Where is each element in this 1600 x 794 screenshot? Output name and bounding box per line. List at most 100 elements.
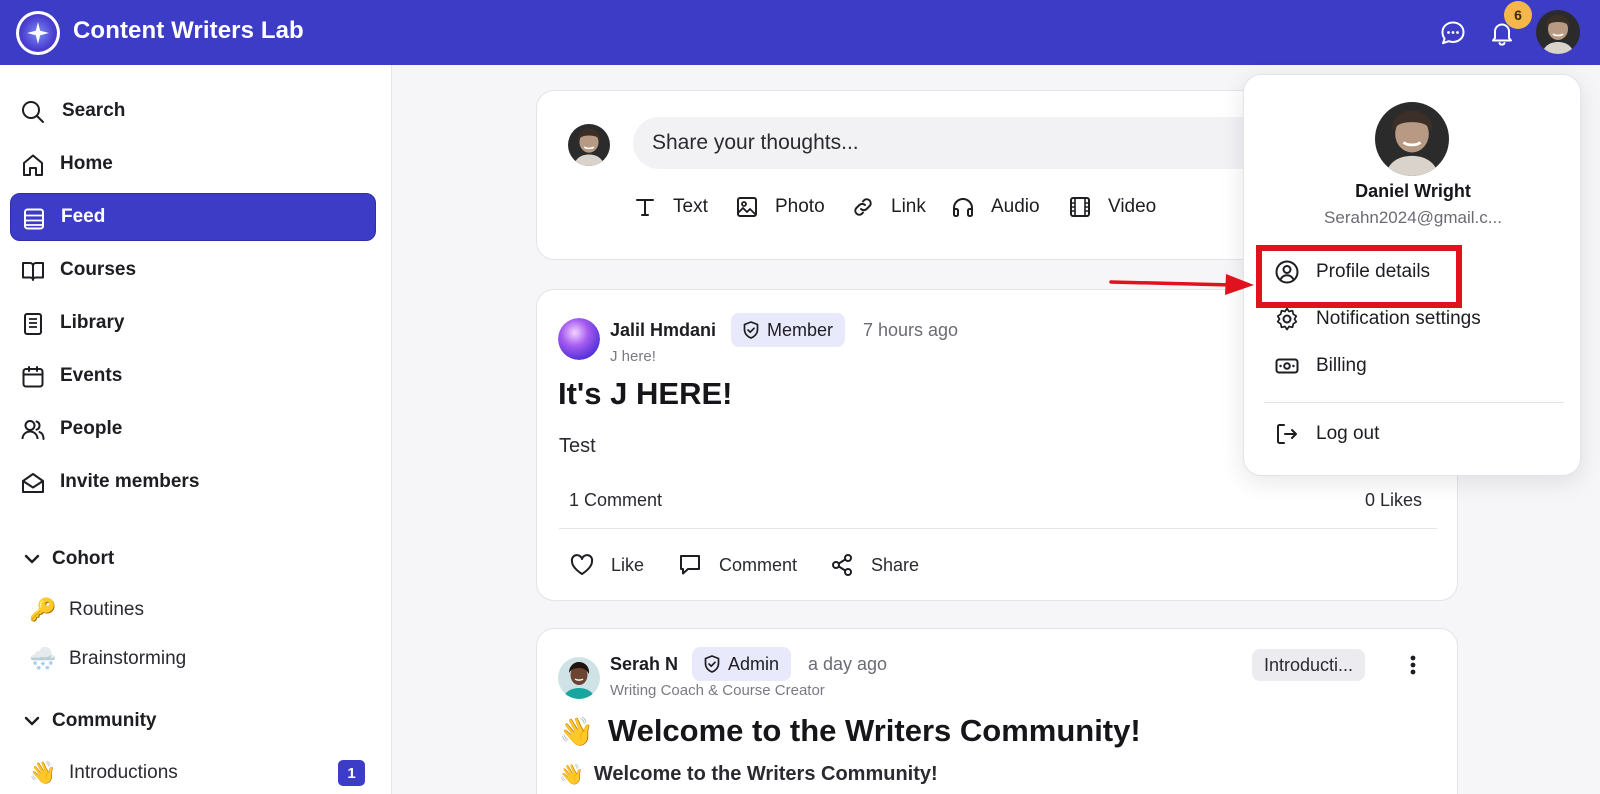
sidebar-item-courses[interactable]: Courses <box>10 246 376 294</box>
sidebar: Search Home Feed Courses Library Events … <box>0 65 392 794</box>
profile-email: Serahn2024@gmail.c... <box>1324 208 1502 227</box>
sidebar-item-feed[interactable]: Feed <box>10 193 376 241</box>
sidebar-item-home[interactable]: Home <box>10 140 376 188</box>
chevron-down-icon <box>24 716 40 726</box>
sidebar-item-label: Courses <box>60 259 137 280</box>
channel-introductions[interactable]: 👋 Introductions 1 <box>28 753 368 793</box>
channel-label: Introductions <box>69 762 178 783</box>
post-type-video[interactable]: Video <box>1068 195 1156 219</box>
chat-bubble-icon <box>1441 21 1465 45</box>
waving-hand-emoji-icon: 👋 <box>29 760 57 785</box>
comment-count[interactable]: 1 Comment <box>569 490 662 511</box>
like-button[interactable]: Like <box>569 552 644 578</box>
share-icon <box>832 554 852 576</box>
menu-item-billing[interactable]: Billing <box>1274 348 1564 384</box>
role-label: Admin <box>728 653 780 674</box>
post-type-audio[interactable]: Audio <box>951 195 1040 219</box>
link-icon <box>854 198 872 216</box>
chevron-down-icon <box>24 554 40 564</box>
calendar-icon <box>22 366 44 388</box>
app-logo[interactable] <box>16 11 60 55</box>
sidebar-item-search[interactable]: Search <box>10 87 376 135</box>
menu-item-label: Log out <box>1316 423 1380 444</box>
post-timestamp: a day ago <box>808 654 888 674</box>
sidebar-item-label: Events <box>60 365 123 386</box>
top-bar: Content Writers Lab 6 <box>0 0 1600 65</box>
annotation-highlight-box <box>1256 245 1462 308</box>
divider <box>559 528 1437 529</box>
channel-routines[interactable]: 🔑 Routines <box>28 590 368 630</box>
action-label: Share <box>871 554 920 575</box>
post-type-label: Audio <box>991 196 1040 217</box>
post-body-text: Welcome to the Writers Community! <box>593 763 938 785</box>
share-button[interactable]: Share <box>829 552 919 578</box>
sidebar-item-invite-members[interactable]: Invite members <box>10 458 376 506</box>
role-label: Member <box>767 319 834 340</box>
post-type-link[interactable]: Link <box>851 195 926 219</box>
post-author-name[interactable]: Jalil Hmdani <box>610 320 716 341</box>
more-vertical-icon <box>1410 655 1416 675</box>
post-type-text[interactable]: Text <box>633 195 708 219</box>
post-author-name[interactable]: Serah N <box>610 654 678 675</box>
channel-brainstorming[interactable]: 🌨️ Brainstorming <box>28 639 368 679</box>
notification-count-badge: 6 <box>1504 1 1532 29</box>
post-body: Test <box>559 435 596 457</box>
post-card: Serah N Admin a day ago Writing Coach & … <box>536 628 1458 794</box>
book-open-icon <box>22 262 44 281</box>
section-title: Community <box>52 710 157 731</box>
search-icon <box>22 101 44 123</box>
text-type-icon <box>636 199 654 216</box>
post-timestamp: 7 hours ago <box>863 320 959 340</box>
profile-name: Daniel Wright <box>1355 181 1471 201</box>
sparkle-icon <box>27 22 49 44</box>
sidebar-item-events[interactable]: Events <box>10 352 376 400</box>
sidebar-item-label: Invite members <box>60 471 200 492</box>
channel-label: Brainstorming <box>69 648 187 669</box>
film-icon <box>1070 197 1090 217</box>
shield-check-icon <box>704 655 720 673</box>
section-toggle-cohort[interactable]: Cohort <box>22 548 114 570</box>
user-avatar-button[interactable] <box>1536 10 1580 54</box>
avatar[interactable] <box>558 318 600 360</box>
gear-icon <box>1276 307 1298 331</box>
library-icon <box>24 313 42 335</box>
post-type-label: Video <box>1108 196 1157 217</box>
section-title: Cohort <box>52 548 115 569</box>
cloud-snow-emoji-icon: 🌨️ <box>29 646 57 671</box>
channel-tag[interactable]: Introducti... <box>1252 649 1366 681</box>
avatar <box>568 124 610 166</box>
banknote-icon <box>1275 358 1299 374</box>
feed-icon <box>24 208 44 230</box>
like-count[interactable]: 0 Likes <box>1365 490 1422 511</box>
post-title[interactable]: It's J HERE! <box>558 376 732 412</box>
messages-button[interactable] <box>1436 16 1470 50</box>
post-body: 👋 Welcome to the Writers Community! <box>559 762 938 787</box>
action-label: Comment <box>719 554 798 575</box>
sidebar-item-label: Home <box>60 153 113 174</box>
annotation-arrow-icon <box>1109 274 1254 295</box>
post-type-label: Text <box>673 196 708 217</box>
more-options-button[interactable] <box>1403 651 1423 679</box>
post-composer: Share your thoughts... Text Photo Link A… <box>536 90 1273 260</box>
headphones-icon <box>953 198 973 217</box>
share-thoughts-input[interactable]: Share your thoughts... <box>633 117 1273 169</box>
avatar <box>1536 10 1580 54</box>
post-title[interactable]: 👋 Welcome to the Writers Community! <box>559 713 1141 749</box>
comment-button[interactable]: Comment <box>677 552 797 578</box>
waving-hand-emoji-icon: 👋 <box>559 764 584 786</box>
action-label: Like <box>611 554 645 575</box>
menu-item-label: Billing <box>1316 355 1367 376</box>
menu-item-log-out[interactable]: Log out <box>1274 416 1564 452</box>
sidebar-item-label: Library <box>60 312 125 333</box>
post-type-label: Photo <box>775 196 825 217</box>
avatar[interactable] <box>558 657 600 699</box>
home-icon <box>23 154 43 176</box>
author-headline: Writing Coach & Course Creator <box>610 682 825 699</box>
app-title: Content Writers Lab <box>73 17 304 44</box>
sidebar-item-people[interactable]: People <box>10 405 376 453</box>
sidebar-item-label: Feed <box>61 206 106 227</box>
section-toggle-community[interactable]: Community <box>22 710 157 732</box>
people-icon <box>21 420 45 440</box>
post-type-photo[interactable]: Photo <box>735 195 825 219</box>
sidebar-item-library[interactable]: Library <box>10 299 376 347</box>
